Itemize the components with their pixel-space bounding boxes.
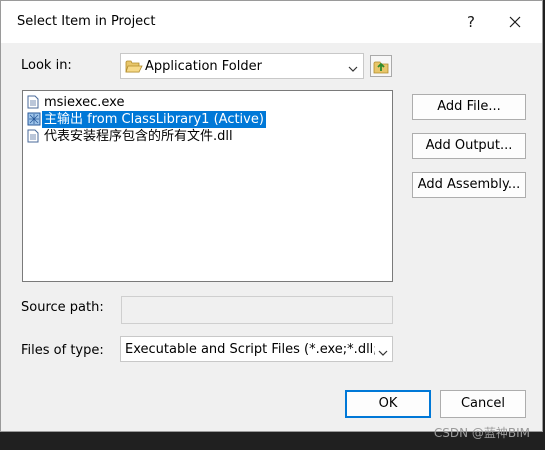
select-item-dialog: Select Item in Project ? Look in: Applic… — [0, 0, 543, 432]
source-path-label: Source path: — [21, 300, 104, 315]
list-item-label: msiexec.exe — [44, 95, 125, 110]
output-icon — [27, 112, 41, 130]
list-item-label: 代表安装程序包含的所有文件.dll — [44, 129, 233, 144]
dialog-title: Select Item in Project — [17, 14, 156, 29]
ok-button[interactable]: OK — [345, 390, 431, 418]
title-bar: Select Item in Project ? — [1, 1, 542, 43]
chevron-down-icon — [378, 346, 388, 361]
add-file-button[interactable]: Add File... — [412, 94, 526, 120]
files-of-type-dropdown[interactable]: Executable and Script Files (*.exe;*.dll… — [120, 336, 393, 362]
watermark: CSDN @蓝神BIM — [433, 426, 530, 440]
chevron-down-icon — [348, 62, 358, 77]
add-assembly-button[interactable]: Add Assembly... — [412, 172, 526, 198]
help-button[interactable]: ? — [460, 11, 482, 33]
source-path-field — [121, 296, 393, 324]
file-icon — [27, 95, 39, 113]
close-button[interactable] — [504, 11, 526, 33]
up-one-level-button[interactable] — [370, 55, 392, 77]
list-item-label: 主输出 from ClassLibrary1 (Active) — [42, 111, 266, 128]
add-output-button[interactable]: Add Output... — [412, 133, 526, 159]
open-folder-icon — [125, 59, 143, 78]
files-of-type-label: Files of type: — [21, 343, 104, 358]
file-list[interactable]: msiexec.exe 主输出 from ClassLibrary1 (Acti… — [22, 90, 393, 282]
look-in-label: Look in: — [21, 58, 72, 73]
up-one-level-icon — [373, 61, 389, 74]
files-of-type-value: Executable and Script Files (*.exe;*.dll… — [125, 342, 375, 357]
look-in-value: Application Folder — [145, 59, 262, 74]
close-icon — [509, 16, 521, 28]
file-icon — [27, 129, 39, 147]
look-in-dropdown[interactable]: Application Folder — [120, 53, 364, 79]
cancel-button[interactable]: Cancel — [440, 390, 526, 418]
